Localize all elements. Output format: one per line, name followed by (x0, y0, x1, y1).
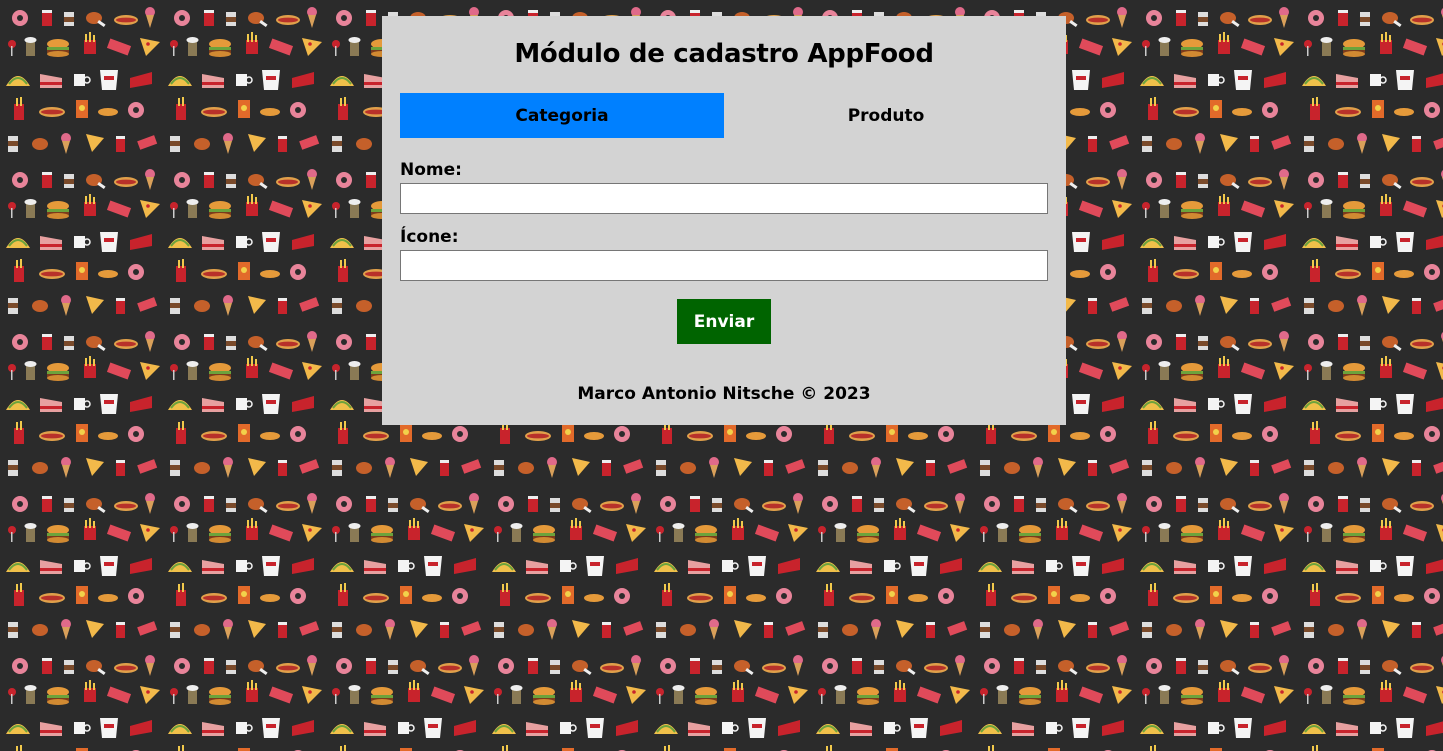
form-panel: Módulo de cadastro AppFood Categoria Pro… (382, 16, 1066, 425)
page-title: Módulo de cadastro AppFood (514, 39, 934, 69)
icone-label: Ícone: (400, 227, 459, 247)
tab-produto[interactable]: Produto (724, 93, 1048, 138)
footer-credit: Marco Antonio Nitsche © 2023 (577, 384, 871, 404)
nome-label: Nome: (400, 160, 462, 180)
nome-input[interactable] (400, 183, 1048, 214)
icone-input[interactable] (400, 250, 1048, 281)
tab-categoria[interactable]: Categoria (400, 93, 724, 138)
enviar-button[interactable]: Enviar (677, 299, 771, 344)
